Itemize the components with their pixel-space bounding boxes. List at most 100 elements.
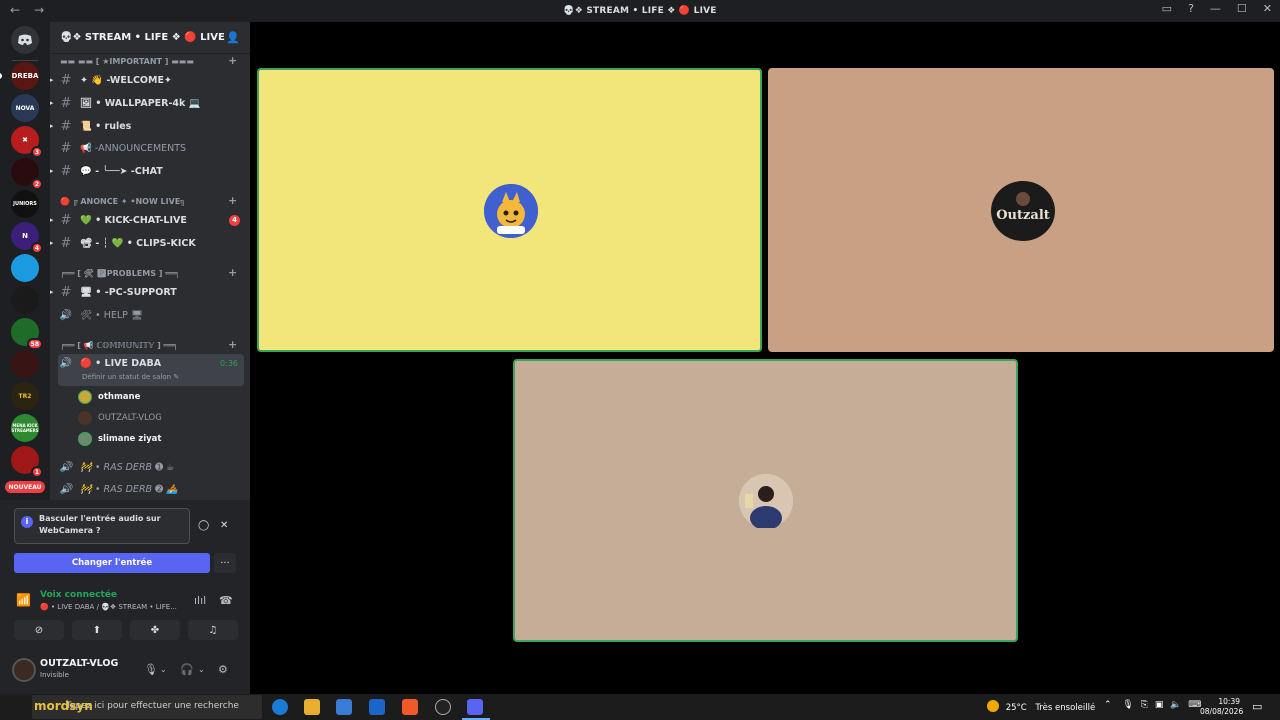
avatar[interactable] bbox=[12, 658, 36, 682]
server-icon-juniors[interactable]: JUNIORS bbox=[11, 190, 39, 218]
text-channel-icon: # bbox=[60, 284, 72, 300]
server-header[interactable]: 💀❖ STREAM • LIFE ❖ 🔴 LIVE ⌄ 👤 bbox=[50, 22, 250, 54]
dismiss-circle-icon[interactable]: ◯ bbox=[198, 520, 209, 531]
unread-indicator-icon: ▶ bbox=[50, 288, 54, 296]
help-icon[interactable]: ? bbox=[1188, 2, 1194, 15]
avatar bbox=[739, 474, 793, 530]
add-channel-icon[interactable]: + bbox=[228, 54, 237, 67]
window-title: 💀❖ STREAM • LIFE ❖ 🔴 LIVE bbox=[563, 6, 717, 16]
gear-icon[interactable]: ⚙ bbox=[218, 663, 228, 676]
edge-icon[interactable] bbox=[272, 699, 288, 715]
disconnect-icon[interactable]: ☎ bbox=[219, 594, 233, 607]
add-channel-icon[interactable]: + bbox=[228, 266, 237, 279]
chevron-up-icon[interactable]: ⌃ bbox=[1104, 700, 1112, 710]
server-icon-fox[interactable]: 1 bbox=[11, 446, 43, 478]
category-anonce[interactable]: 🔴 ╔ ANONCE ✦ •NOW LIVE╗ + bbox=[60, 194, 237, 207]
channel-clips[interactable]: ▶ # 📽 - ┆ 💚 • CLIPS-KICK bbox=[50, 233, 244, 253]
voice-channel-icon: 🔊 bbox=[59, 309, 73, 321]
category-important[interactable]: ▬▬ ▬▬ [ ★IMPORTANT ] ▬▬▬ + bbox=[60, 54, 237, 67]
speaker-icon[interactable]: 🔈 bbox=[1170, 700, 1181, 710]
video-tile-outzalt[interactable]: Outzalt bbox=[768, 68, 1274, 352]
video-tile-othmane[interactable] bbox=[257, 68, 762, 352]
server-glyph-icon: N bbox=[22, 232, 28, 240]
store-icon[interactable] bbox=[336, 699, 352, 715]
usb-icon[interactable]: ⎘ bbox=[1141, 700, 1148, 710]
headphones-icon[interactable]: 🎧 bbox=[180, 663, 194, 676]
brave-icon[interactable] bbox=[402, 699, 418, 715]
server-icon-black[interactable] bbox=[11, 286, 39, 314]
channel-live-daba[interactable]: 🔊 🔴 • LIVE DABA 0:36 Définir un statut d… bbox=[58, 354, 244, 386]
channel-label: 💚 • KICK-CHAT-LIVE bbox=[80, 214, 187, 226]
voice-connected-label: Voix connectée bbox=[40, 590, 117, 600]
signal-icon[interactable]: 📶 bbox=[16, 593, 31, 607]
soundboard-button[interactable]: ♫ bbox=[188, 620, 238, 640]
server-icon-dark[interactable] bbox=[11, 350, 39, 378]
server-icon-dark-red[interactable]: 2 bbox=[11, 158, 43, 190]
channel-chat[interactable]: ▶ # 💬 - ╰──➤ -CHAT bbox=[50, 161, 244, 181]
channel-announcements[interactable]: # 📢 -ANNOUNCEMENTS bbox=[58, 138, 244, 158]
microphone-icon[interactable]: 🎙 bbox=[144, 663, 158, 676]
category-problems[interactable]: ╒══ [ 🛠 🅿PROBLEMS ] ══╕ + bbox=[60, 266, 237, 279]
chevron-down-icon[interactable]: ⌄ bbox=[198, 665, 205, 674]
notifications-icon[interactable]: ▭ bbox=[1252, 700, 1262, 713]
channel-rules[interactable]: ▶ # 📜 • rules bbox=[50, 116, 244, 136]
close-icon[interactable]: ✕ bbox=[220, 520, 228, 531]
server-icon-dreba[interactable]: DREBA bbox=[0, 62, 39, 90]
camera-off-button[interactable]: ⊘ bbox=[14, 620, 64, 640]
channel-status-hint[interactable]: Définir un statut de salon ✎ bbox=[82, 373, 179, 381]
mail-icon[interactable] bbox=[369, 699, 385, 715]
maximize-button[interactable]: ☐ bbox=[1237, 2, 1247, 15]
server-label: TR2 bbox=[18, 392, 32, 400]
discord-taskbar-icon[interactable] bbox=[467, 699, 483, 715]
invite-icon[interactable]: 👤 bbox=[226, 31, 240, 44]
file-explorer-icon[interactable] bbox=[304, 699, 320, 715]
channel-welcome[interactable]: ▶ # ✦ 👋 -WELCOME✦ bbox=[50, 70, 244, 90]
minimize-button[interactable]: — bbox=[1210, 2, 1221, 15]
server-icon-blue[interactable] bbox=[11, 254, 39, 282]
user-name: slimane ziyat bbox=[98, 434, 162, 444]
clock[interactable]: 10:39 08/08/2026 bbox=[1200, 697, 1243, 717]
change-input-button[interactable]: Changer l'entrée bbox=[14, 553, 210, 573]
screen-share-button[interactable]: ⬆ bbox=[72, 620, 122, 640]
user-area: OUTZALT-VLOG Invisible 🎙 ⌄ 🎧 ⌄ ⚙ bbox=[0, 650, 250, 694]
more-options-button[interactable]: ··· bbox=[214, 553, 236, 573]
voice-user-outzalt[interactable]: OUTZALT-VLOG bbox=[78, 409, 162, 427]
server-icon-purple[interactable]: N4 bbox=[11, 222, 43, 254]
noise-suppression-icon[interactable]: ılıl bbox=[194, 594, 206, 607]
activities-button[interactable]: ✤ bbox=[130, 620, 180, 640]
avatar bbox=[78, 432, 92, 446]
server-icon-nova[interactable]: NOVA bbox=[11, 94, 39, 122]
discord-home-icon[interactable] bbox=[11, 26, 39, 54]
mention-badge: 1 bbox=[30, 466, 43, 478]
video-tile-slimane[interactable] bbox=[513, 359, 1018, 642]
weather-widget[interactable]: 25°C Très ensoleillé bbox=[987, 700, 1095, 713]
channel-help[interactable]: 🔊 🛠 • HELP 🖥 bbox=[58, 305, 244, 325]
taskbar-search[interactable]: mordsyn Tapez ici pour effectuer une rec… bbox=[32, 695, 262, 719]
voice-channel-path[interactable]: 🔴 • LIVE DABA / 💀❖ STREAM • LIFE... bbox=[40, 603, 177, 611]
obs-icon[interactable] bbox=[435, 699, 451, 715]
server-icon-tr2[interactable]: TR2 bbox=[11, 382, 39, 410]
channel-ras-derb-2[interactable]: 🔊 🚧 • RAS DERB ➋ 🚣 bbox=[58, 479, 244, 499]
close-window-button[interactable]: ✕ bbox=[1263, 2, 1272, 15]
voice-user-slimane[interactable]: slimane ziyat bbox=[78, 430, 161, 448]
inbox-icon[interactable]: ▭ bbox=[1162, 2, 1172, 15]
microphone-icon[interactable]: 🎙 bbox=[1122, 700, 1133, 710]
chevron-down-icon[interactable]: ⌄ bbox=[160, 665, 167, 674]
channel-ras-derb-1[interactable]: 🔊 🚧 • RAS DERB ➊ ☕ bbox=[58, 457, 244, 477]
category-label: 🔴 ╔ ANONCE ✦ •NOW LIVE╗ bbox=[60, 197, 186, 206]
server-icon-mena-kick[interactable]: MENA KICK STREAMERS bbox=[11, 414, 39, 442]
server-icon-green[interactable]: 58 bbox=[11, 318, 43, 350]
voice-user-othmane[interactable]: othmane bbox=[78, 388, 140, 406]
add-channel-icon[interactable]: + bbox=[228, 338, 237, 351]
channel-label: 🔴 • LIVE DABA bbox=[80, 358, 162, 369]
add-channel-icon[interactable]: + bbox=[228, 194, 237, 207]
channel-kick-chat[interactable]: ▶ # 💚 • KICK-CHAT-LIVE 4 bbox=[50, 210, 244, 230]
channel-wallpaper[interactable]: ▶ # 🖼 • WALLPAPER-4k 💻 bbox=[50, 93, 244, 113]
unread-indicator-icon: ▶ bbox=[50, 167, 54, 175]
channel-pc-support[interactable]: ▶ # 🖥 • -PC-SUPPORT bbox=[50, 282, 244, 302]
title-bar: ← → 💀❖ STREAM • LIFE ❖ 🔴 LIVE ▭ ? — ☐ ✕ bbox=[0, 0, 1280, 22]
category-community[interactable]: ╒══ [ 📢 ℂ𝕆𝕄𝕄𝕌ℕ𝕀𝕋𝕐 ] ══╕ + bbox=[60, 338, 237, 351]
server-icon-red[interactable]: ✖ 3 bbox=[11, 126, 43, 158]
network-icon[interactable]: ▣ bbox=[1155, 700, 1164, 710]
channel-label: 📜 • rules bbox=[80, 120, 132, 132]
